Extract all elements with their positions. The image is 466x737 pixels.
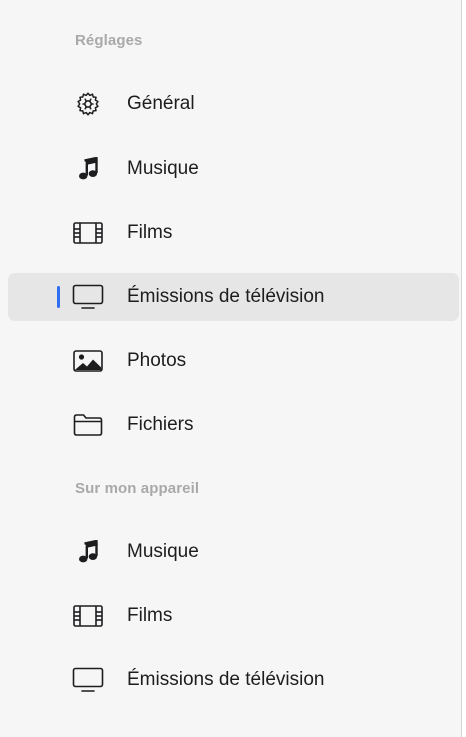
sidebar-item-label: Général bbox=[127, 93, 195, 114]
sidebar-item-label: Films bbox=[127, 222, 173, 243]
sidebar-item-label: Films bbox=[127, 605, 173, 626]
photo-icon bbox=[70, 347, 106, 375]
sidebar-item-device-films[interactable]: Films bbox=[8, 592, 459, 640]
film-icon bbox=[70, 219, 106, 247]
sidebar-item-files[interactable]: Fichiers bbox=[8, 401, 459, 449]
gear-icon bbox=[70, 90, 106, 118]
sidebar-item-device-music[interactable]: Musique bbox=[8, 528, 459, 576]
selection-indicator bbox=[57, 286, 60, 308]
music-note-icon bbox=[70, 155, 106, 183]
sidebar-item-label: Photos bbox=[127, 350, 187, 371]
sidebar-item-general[interactable]: Général bbox=[8, 80, 459, 128]
sidebar-item-tv-shows[interactable]: Émissions de télévision bbox=[8, 273, 459, 321]
sidebar: Réglages Général Musique Films Émissions… bbox=[0, 0, 462, 737]
tv-icon bbox=[70, 283, 106, 311]
sidebar-item-label: Fichiers bbox=[127, 414, 194, 435]
sidebar-item-label: Émissions de télévision bbox=[127, 669, 325, 690]
sidebar-item-label: Musique bbox=[127, 541, 199, 562]
section-header-settings: Réglages bbox=[75, 32, 143, 49]
music-note-icon bbox=[70, 538, 106, 566]
sidebar-item-photos[interactable]: Photos bbox=[8, 337, 459, 385]
sidebar-item-films[interactable]: Films bbox=[8, 209, 459, 257]
sidebar-item-device-tv-shows[interactable]: Émissions de télévision bbox=[8, 656, 459, 704]
section-header-on-my-device: Sur mon appareil bbox=[75, 480, 200, 497]
film-icon bbox=[70, 602, 106, 630]
sidebar-item-label: Émissions de télévision bbox=[127, 286, 325, 307]
folder-icon bbox=[70, 411, 106, 439]
sidebar-item-label: Musique bbox=[127, 158, 199, 179]
tv-icon bbox=[70, 666, 106, 694]
sidebar-item-music[interactable]: Musique bbox=[8, 145, 459, 193]
